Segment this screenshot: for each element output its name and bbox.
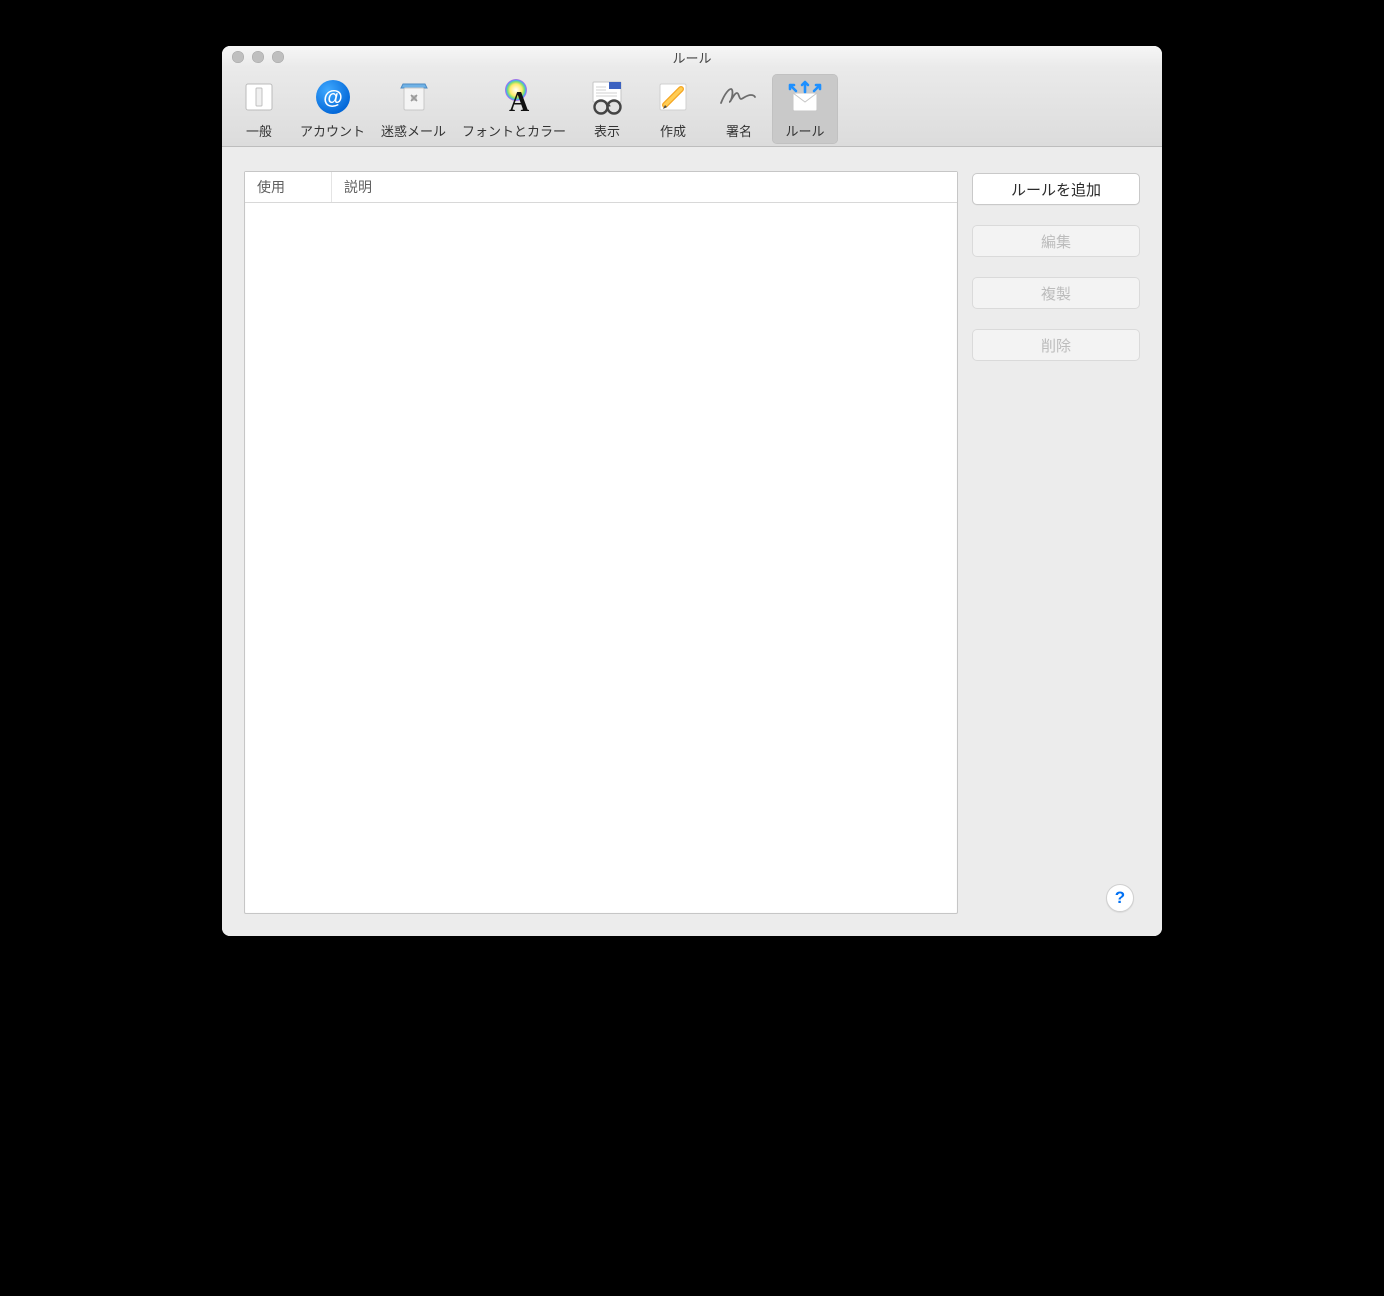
rules-content: 使用 説明 ルールを追加 編集 複製 削除 <box>222 147 1162 936</box>
tab-general[interactable]: 一般 <box>226 74 292 144</box>
titlebar[interactable]: ルール <box>222 46 1162 68</box>
tab-viewing[interactable]: 表示 <box>574 74 640 144</box>
minimize-button[interactable] <box>252 51 264 63</box>
tab-rules[interactable]: ルール <box>772 74 838 144</box>
junk-mail-icon <box>392 77 436 117</box>
accounts-icon: @ <box>311 77 355 117</box>
viewing-icon <box>585 77 629 117</box>
help-button[interactable]: ? <box>1106 884 1134 912</box>
delete-button: 削除 <box>972 329 1140 361</box>
rules-icon <box>783 77 827 117</box>
composing-icon <box>651 77 695 117</box>
svg-text:@: @ <box>323 87 343 109</box>
tab-junk[interactable]: 迷惑メール <box>373 74 454 144</box>
duplicate-button: 複製 <box>972 277 1140 309</box>
preferences-toolbar: 一般 @ アカウント <box>222 68 1162 147</box>
add-rule-button[interactable]: ルールを追加 <box>972 173 1140 205</box>
zoom-button[interactable] <box>272 51 284 63</box>
general-icon <box>237 77 281 117</box>
help-icon: ? <box>1115 888 1125 908</box>
tab-label: 表示 <box>594 121 620 140</box>
column-description[interactable]: 説明 <box>332 172 957 202</box>
tab-fonts-colors[interactable]: A フォントとカラー <box>454 74 574 144</box>
tab-label: アカウント <box>300 121 365 140</box>
window-title: ルール <box>672 48 711 67</box>
tab-label: 署名 <box>726 121 752 140</box>
tab-composing[interactable]: 作成 <box>640 74 706 144</box>
tab-label: 迷惑メール <box>381 121 446 140</box>
tab-label: 一般 <box>246 121 272 140</box>
rules-table[interactable]: 使用 説明 <box>244 171 958 914</box>
svg-text:A: A <box>509 87 530 117</box>
close-button[interactable] <box>232 51 244 63</box>
tab-signatures[interactable]: 署名 <box>706 74 772 144</box>
table-header: 使用 説明 <box>245 172 957 203</box>
tab-label: ルール <box>786 121 825 140</box>
table-body[interactable] <box>245 203 957 913</box>
window-controls <box>232 51 284 63</box>
signatures-icon <box>717 77 761 117</box>
preferences-window: ルール 一般 @ アカウント <box>222 46 1162 936</box>
rules-actions: ルールを追加 編集 複製 削除 <box>972 171 1140 914</box>
edit-button: 編集 <box>972 225 1140 257</box>
tab-label: 作成 <box>660 121 686 140</box>
tab-label: フォントとカラー <box>462 121 566 140</box>
tab-accounts[interactable]: @ アカウント <box>292 74 373 144</box>
fonts-colors-icon: A <box>492 77 536 117</box>
column-use[interactable]: 使用 <box>245 172 332 202</box>
